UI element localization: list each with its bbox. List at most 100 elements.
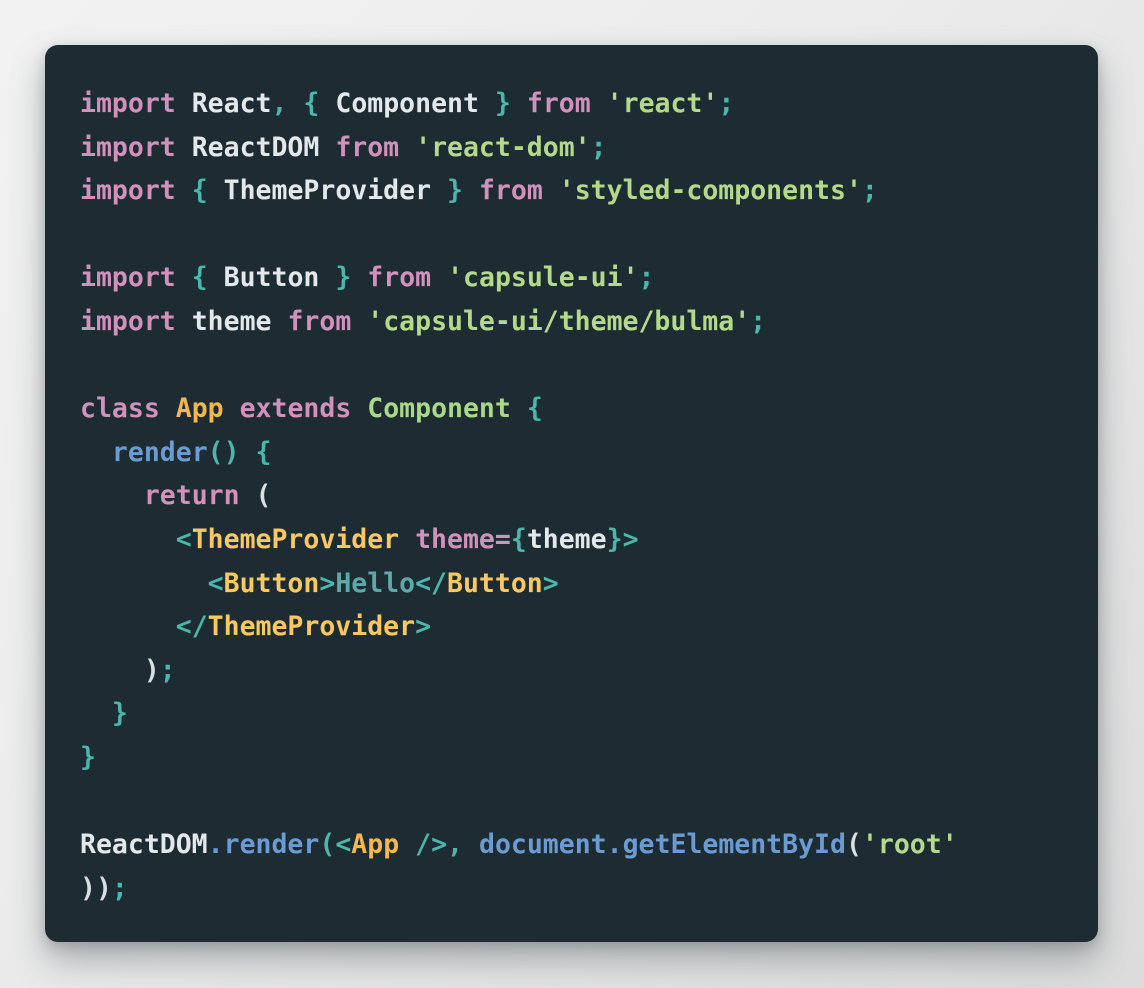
code-line: class App extends Component { [80, 387, 1086, 431]
code-token: </ [175, 611, 208, 643]
code-token: extends [239, 393, 352, 425]
code-token: . [606, 829, 623, 861]
code-token: import [80, 175, 176, 207]
code-token: ; [861, 175, 878, 207]
code-token: ThemeProvider [191, 523, 400, 555]
code-token: ; [750, 305, 767, 337]
code-token: ( [845, 829, 862, 861]
code-token: , [447, 829, 464, 861]
code-token: ReactDOM [191, 131, 320, 163]
code-token: ( [255, 480, 272, 512]
code-token: { [191, 175, 208, 207]
code-line: )); [80, 867, 1086, 911]
code-token: } [494, 88, 511, 119]
code-token: ( [319, 829, 336, 861]
code-token: theme [191, 305, 272, 337]
code-token: 'root' [861, 829, 958, 861]
code-token: 'styled-components' [558, 175, 862, 207]
code-token: Button [447, 567, 543, 599]
code-line: import theme from 'capsule-ui/theme/bulm… [80, 300, 1086, 344]
code-token: Button [223, 262, 320, 294]
code-line: import React, { Component } from 'react'… [80, 82, 1086, 126]
code-token: } [335, 262, 352, 294]
code-token: from [367, 262, 432, 294]
code-block[interactable]: import React, { Component } from 'react'… [80, 82, 1086, 910]
code-snippet-card: import React, { Component } from 'react'… [45, 45, 1098, 942]
code-token: > [415, 611, 432, 643]
code-token: theme [415, 523, 495, 555]
code-token: import [80, 305, 176, 337]
code-token: { [255, 436, 272, 468]
code-token: { [510, 523, 527, 555]
code-token: import [80, 131, 176, 163]
code-token: from [287, 305, 352, 337]
code-token: return [143, 480, 240, 512]
code-token: 'capsule-ui' [447, 262, 639, 294]
code-token: ; [590, 131, 607, 163]
code-token: Hello [335, 567, 416, 599]
code-token: theme [526, 523, 607, 555]
code-token: 'react-dom' [415, 131, 591, 163]
page-root: import React, { Component } from 'react'… [0, 0, 1144, 988]
code-line: </ThemeProvider> [80, 605, 1086, 649]
code-token: > [542, 567, 559, 599]
code-token: > [319, 567, 336, 599]
code-token: import [80, 88, 176, 119]
code-line: import ReactDOM from 'react-dom'; [80, 126, 1086, 170]
code-token: ; [159, 654, 176, 686]
code-token: ThemeProvider [207, 611, 416, 643]
code-line: import { Button } from 'capsule-ui'; [80, 256, 1086, 300]
code-line: <Button>Hello</Button> [80, 562, 1086, 606]
code-token: , [271, 88, 288, 119]
code-token: /> [415, 829, 448, 861]
code-token: ; [638, 262, 655, 294]
code-token: < [335, 829, 352, 861]
code-token: Component [367, 393, 511, 425]
code-line: import { ThemeProvider } from 'styled-co… [80, 169, 1086, 213]
code-token: import [80, 262, 176, 294]
code-line: render() { [80, 431, 1086, 475]
code-token: </ [415, 567, 448, 599]
code-token: > [622, 523, 639, 555]
code-token: . [207, 829, 224, 861]
code-token: from [478, 175, 543, 207]
code-token: render [223, 829, 320, 861]
code-token: { [303, 88, 320, 119]
code-token: React [191, 88, 272, 119]
code-token: class [80, 393, 160, 425]
code-token: { [191, 262, 208, 294]
code-token: { [526, 393, 543, 425]
code-token: } [606, 523, 623, 555]
code-token: } [111, 698, 128, 730]
code-token: ReactDOM [80, 829, 208, 861]
code-line: } [80, 692, 1086, 736]
